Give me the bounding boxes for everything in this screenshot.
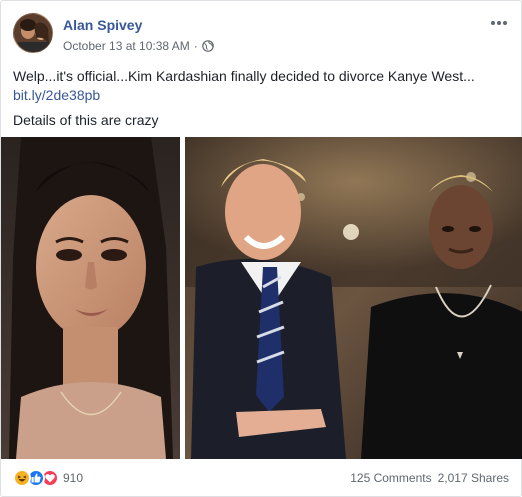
post-timestamp[interactable]: October 13 at 10:38 AM (63, 39, 190, 53)
comments-count[interactable]: 125 Comments (350, 471, 431, 485)
engagement-counts: 125 Comments 2,017 Shares (350, 471, 509, 485)
reaction-count[interactable]: 910 (63, 469, 83, 487)
left-photo (1, 137, 180, 459)
meta-separator: · (193, 39, 198, 53)
post-header: Alan Spivey October 13 at 10:38 AM · (13, 13, 509, 57)
post-link[interactable]: bit.ly/2de38pb (13, 86, 511, 105)
post-footer: 910 125 Comments 2,017 Shares (13, 467, 509, 491)
author-name[interactable]: Alan Spivey (63, 17, 142, 33)
post-text-line-2: Details of this are crazy (13, 112, 159, 128)
shares-count[interactable]: 2,017 Shares (438, 471, 509, 485)
post-meta: October 13 at 10:38 AM · (63, 39, 214, 53)
globe-icon[interactable] (201, 40, 214, 52)
author-avatar[interactable] (13, 13, 53, 53)
post-text: Welp...it's official...Kim Kardashian fi… (13, 67, 511, 130)
haha-icon (13, 469, 31, 487)
post-text-line-1: Welp...it's official...Kim Kardashian fi… (13, 68, 475, 84)
right-photo (185, 137, 522, 459)
reactions-summary[interactable]: 910 (13, 469, 83, 487)
post-image[interactable] (1, 137, 522, 459)
more-options-icon[interactable] (489, 15, 509, 31)
feed-post: Alan Spivey October 13 at 10:38 AM · Wel… (0, 0, 522, 497)
